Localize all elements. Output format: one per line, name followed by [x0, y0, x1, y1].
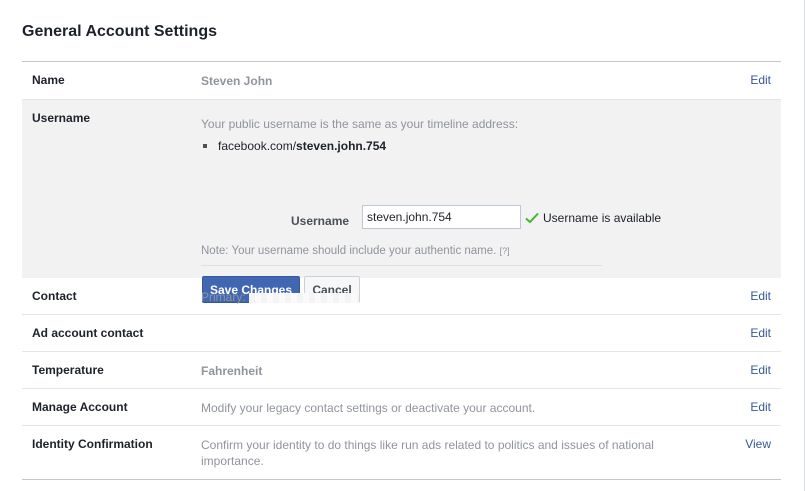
setting-row-identity-confirmation: Identity Confirmation Confirm your ident… — [22, 426, 781, 480]
setting-label: Name — [32, 73, 65, 87]
help-link[interactable]: [?] — [500, 246, 510, 256]
edit-contact-link[interactable]: Edit — [750, 289, 771, 303]
setting-value: Steven John — [201, 74, 273, 88]
setting-value: Primary: — [201, 289, 671, 305]
setting-label: Ad account contact — [32, 326, 144, 340]
availability-text: Username is available — [543, 211, 662, 225]
setting-label: Manage Account — [32, 400, 128, 414]
setting-row-manage-account: Manage Account Modify your legacy contac… — [22, 389, 781, 426]
setting-row-contact: Contact Primary: Edit — [22, 278, 781, 315]
username-input[interactable] — [362, 205, 521, 229]
setting-row-name: Name Steven John Edit — [22, 62, 781, 100]
setting-value: Fahrenheit — [201, 364, 263, 378]
username-note: Note: Your username should include your … — [201, 245, 510, 257]
edit-ad-account-contact-link[interactable]: Edit — [750, 326, 771, 340]
setting-row-username: Username Your public username is the sam… — [22, 100, 781, 303]
setting-row-ad-account-contact: Ad account contact Edit — [22, 315, 781, 352]
settings-list: Name Steven John Edit Username Your publ… — [22, 61, 781, 480]
edit-manage-account-link[interactable]: Edit — [750, 400, 771, 414]
edit-temperature-link[interactable]: Edit — [750, 363, 771, 377]
setting-value: Confirm your identity to do things like … — [201, 438, 654, 468]
divider — [201, 265, 602, 266]
username-field-label: Username — [291, 214, 350, 228]
timeline-address: facebook.com/steven.john.754 — [203, 139, 386, 153]
setting-value: Modify your legacy contact settings or d… — [201, 401, 536, 415]
setting-row-temperature: Temperature Fahrenheit Edit — [22, 352, 781, 389]
url-username: steven.john.754 — [296, 139, 387, 153]
redacted-contact — [249, 292, 360, 303]
settings-panel: General Account Settings Name Steven Joh… — [0, 0, 805, 491]
setting-label: Contact — [32, 289, 77, 303]
username-description: Your public username is the same as your… — [201, 117, 519, 131]
contact-prefix: Primary: — [201, 290, 246, 304]
note-text: Note: Your username should include your … — [201, 245, 497, 257]
setting-label: Temperature — [32, 363, 104, 377]
url-prefix: facebook.com/ — [218, 139, 297, 153]
bullet-icon — [203, 144, 207, 148]
view-identity-confirmation-link[interactable]: View — [745, 437, 771, 451]
setting-label: Identity Confirmation — [32, 437, 153, 451]
setting-label: Username — [32, 111, 91, 125]
edit-name-link[interactable]: Edit — [750, 73, 771, 87]
availability-status: Username is available — [525, 211, 661, 225]
page-title: General Account Settings — [22, 23, 217, 40]
checkmark-icon — [525, 212, 539, 224]
